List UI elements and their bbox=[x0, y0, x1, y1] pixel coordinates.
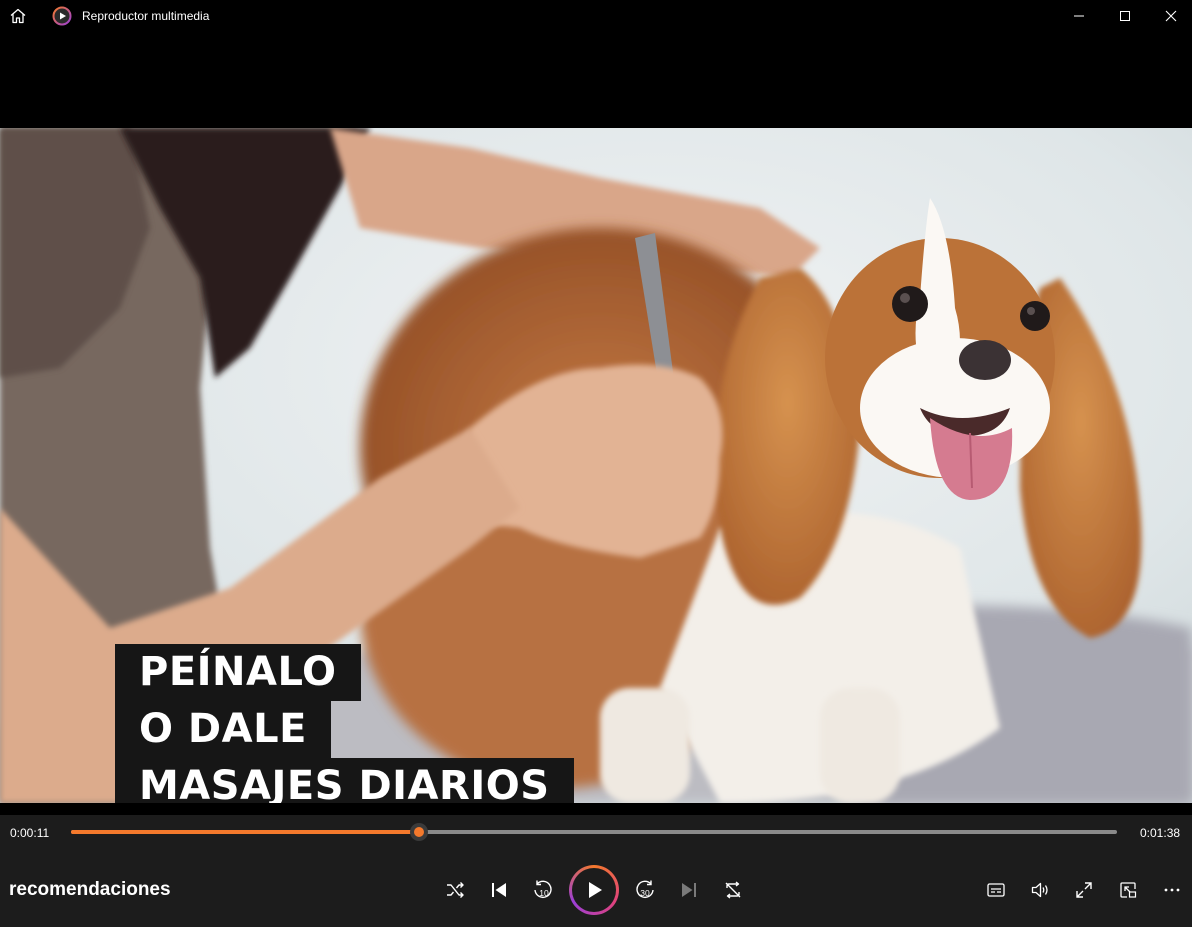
caption-line: MASAJES DIARIOS bbox=[115, 758, 574, 803]
current-time: 0:00:11 bbox=[10, 826, 50, 840]
previous-icon bbox=[492, 883, 506, 897]
seek-progress bbox=[71, 830, 420, 834]
seek-bar[interactable] bbox=[71, 823, 1117, 841]
svg-text:30: 30 bbox=[640, 888, 650, 898]
close-button[interactable] bbox=[1148, 0, 1192, 32]
caption-line: PEÍNALO bbox=[115, 644, 361, 701]
skip-forward-button[interactable]: 30 bbox=[633, 878, 657, 902]
media-title: recomendaciones bbox=[9, 879, 171, 900]
subtitles-button[interactable] bbox=[984, 878, 1008, 902]
repeat-off-icon bbox=[725, 881, 741, 899]
maximize-icon bbox=[1120, 11, 1130, 21]
shuffle-icon bbox=[447, 882, 464, 898]
maximize-button[interactable] bbox=[1102, 0, 1148, 32]
media-player-window: Reproductor multimedia PEÍNALO O DALE MA… bbox=[0, 0, 1192, 927]
skip-back-button[interactable]: 10 bbox=[531, 878, 555, 902]
next-icon bbox=[682, 883, 696, 897]
close-icon bbox=[1165, 10, 1177, 22]
shuffle-button[interactable] bbox=[443, 878, 467, 902]
caption-line: O DALE bbox=[115, 701, 331, 758]
play-icon bbox=[589, 882, 602, 898]
skip-back-10-icon: 10 bbox=[534, 880, 552, 899]
fullscreen-button[interactable] bbox=[1072, 878, 1096, 902]
previous-button[interactable] bbox=[487, 878, 511, 902]
fullscreen-icon bbox=[1076, 882, 1092, 898]
more-options-icon bbox=[1164, 888, 1180, 892]
home-icon[interactable] bbox=[8, 6, 28, 26]
minimize-button[interactable] bbox=[1056, 0, 1102, 32]
volume-button[interactable] bbox=[1028, 878, 1052, 902]
seek-thumb[interactable] bbox=[410, 823, 429, 841]
play-button[interactable] bbox=[569, 865, 619, 915]
mini-player-button[interactable] bbox=[1116, 878, 1140, 902]
title-bar: Reproductor multimedia bbox=[0, 0, 1192, 32]
window-title: Reproductor multimedia bbox=[82, 9, 210, 23]
next-button[interactable] bbox=[677, 878, 701, 902]
more-options-button[interactable] bbox=[1160, 878, 1184, 902]
play-button-inner bbox=[572, 868, 616, 912]
video-frame[interactable]: PEÍNALO O DALE MASAJES DIARIOS bbox=[0, 128, 1192, 803]
mini-player-icon bbox=[1120, 882, 1137, 898]
svg-text:10: 10 bbox=[539, 888, 549, 898]
media-player-icon bbox=[52, 6, 72, 26]
skip-forward-30-icon: 30 bbox=[636, 880, 654, 899]
playback-controls: 0:00:11 0:01:38 recomendaciones 10 30 bbox=[0, 815, 1192, 927]
total-time: 0:01:38 bbox=[1140, 826, 1181, 840]
subtitles-icon bbox=[987, 883, 1005, 897]
repeat-button[interactable] bbox=[721, 878, 745, 902]
minimize-icon bbox=[1074, 15, 1084, 17]
volume-icon bbox=[1031, 882, 1048, 898]
